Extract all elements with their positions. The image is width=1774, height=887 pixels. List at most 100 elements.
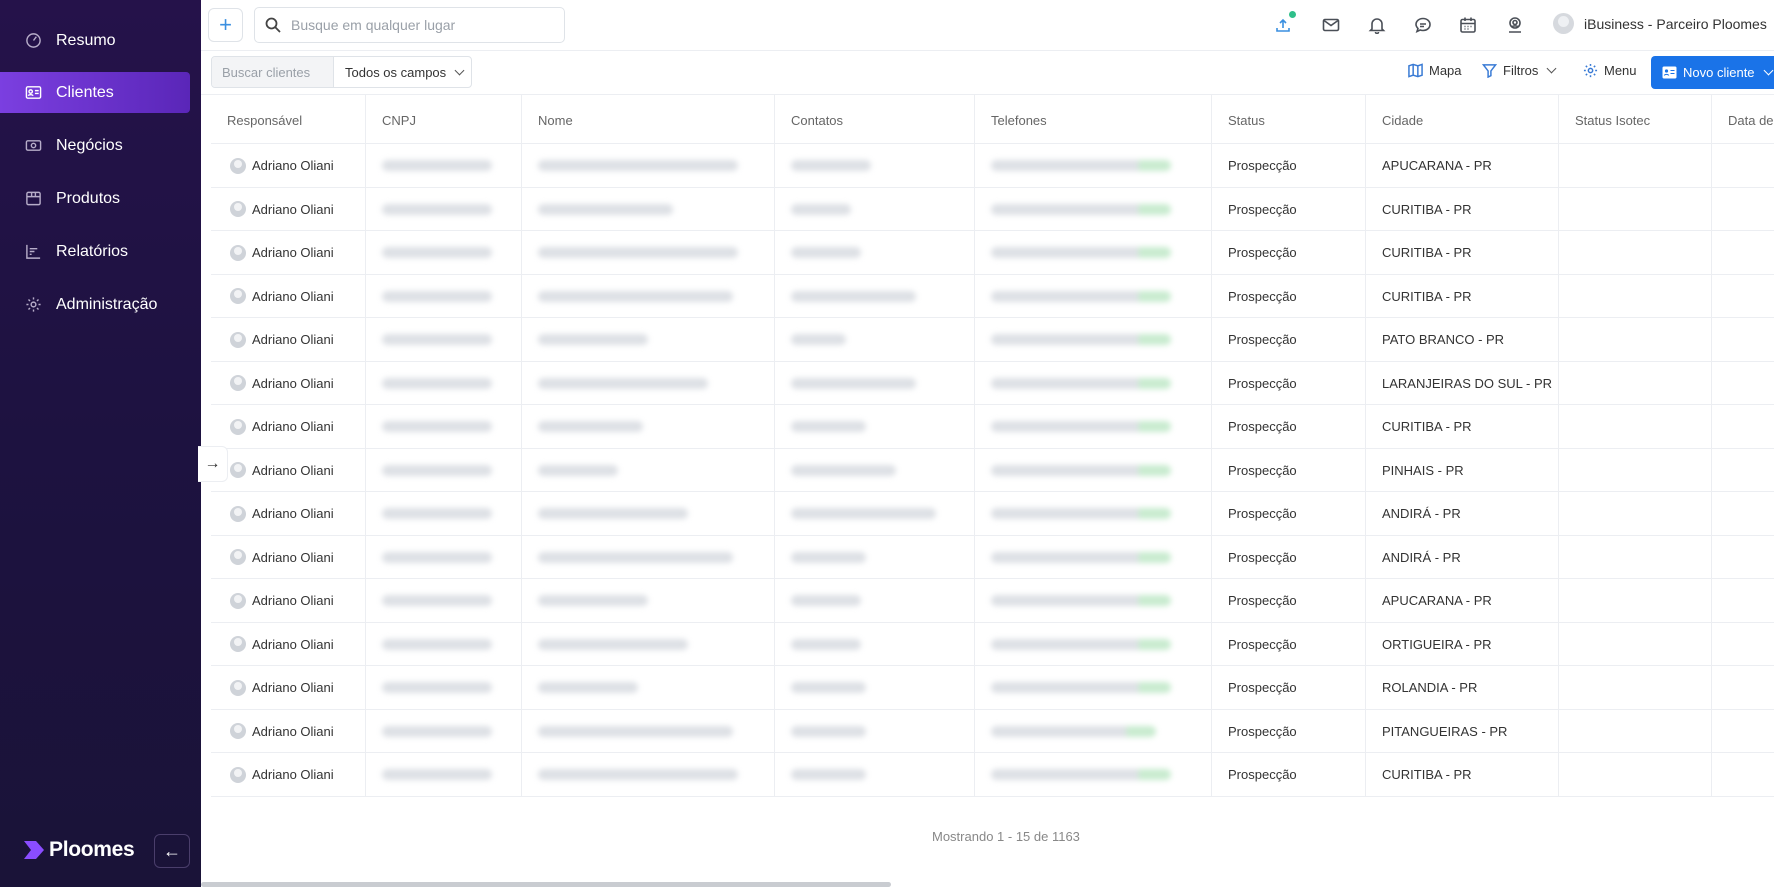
cell-nome[interactable] — [522, 318, 775, 362]
cell-nome[interactable] — [522, 579, 775, 623]
expand-panel-button[interactable]: → — [198, 446, 228, 482]
cell-telefones[interactable] — [975, 187, 1212, 231]
cell-nome[interactable] — [522, 144, 775, 188]
column-header-status-isotec[interactable]: Status Isotec — [1559, 95, 1712, 144]
field-filter-select[interactable]: Todos os campos — [334, 57, 471, 87]
column-header-telefones[interactable]: Telefones — [975, 95, 1212, 144]
cell-contatos[interactable] — [775, 622, 975, 666]
notifications-button[interactable] — [1367, 15, 1387, 35]
horizontal-scrollbar[interactable] — [201, 882, 891, 887]
table-row[interactable]: Adriano Oliani Prospecção ORTIGUEIRA - PR — [211, 622, 1774, 666]
cell-telefones[interactable] — [975, 448, 1212, 492]
cell-nome[interactable] — [522, 405, 775, 449]
table-row[interactable]: Adriano Oliani Prospecção APUCARANA - PR — [211, 144, 1774, 188]
table-row[interactable]: Adriano Oliani Prospecção CURITIBA - PR — [211, 753, 1774, 797]
upload-button[interactable] — [1273, 10, 1297, 35]
table-row[interactable]: Adriano Oliani Prospecção PITANGUEIRAS - P… — [211, 709, 1774, 753]
cell-nome[interactable] — [522, 187, 775, 231]
status-text: Prospecção — [1228, 419, 1297, 435]
cell-contatos[interactable] — [775, 709, 975, 753]
cell-contatos[interactable] — [775, 187, 975, 231]
add-button[interactable]: + — [208, 8, 243, 42]
sidebar-item-relatorios[interactable]: Relatórios — [0, 231, 190, 272]
cell-contatos[interactable] — [775, 492, 975, 536]
account-menu[interactable]: iBusiness - Parceiro Ploomes — [1553, 13, 1767, 34]
city-text: PINHAIS - PR — [1382, 462, 1464, 478]
cell-telefones[interactable] — [975, 274, 1212, 318]
cell-contatos[interactable] — [775, 535, 975, 579]
table-row[interactable]: Adriano Oliani Prospecção ANDIRÁ - PR — [211, 492, 1774, 536]
table-row[interactable]: Adriano Oliani Prospecção CURITIBA - PR — [211, 405, 1774, 449]
cell-telefones[interactable] — [975, 535, 1212, 579]
cell-nome[interactable] — [522, 361, 775, 405]
table-row[interactable]: Adriano Oliani Prospecção CURITIBA - PR — [211, 231, 1774, 275]
table-row[interactable]: Adriano Oliani Prospecção APUCARANA - PR — [211, 579, 1774, 623]
city-text: PATO BRANCO - PR — [1382, 332, 1505, 348]
cell-contatos[interactable] — [775, 753, 975, 797]
redacted-value — [991, 508, 1171, 520]
cell-telefones[interactable] — [975, 492, 1212, 536]
column-header-nome[interactable]: Nome — [522, 95, 775, 144]
cell-telefones[interactable] — [975, 579, 1212, 623]
table-row[interactable]: Adriano Oliani Prospecção CURITIBA - PR — [211, 274, 1774, 318]
global-search[interactable] — [254, 7, 565, 43]
table-row[interactable]: Adriano Oliani Prospecção ROLANDIA - PR — [211, 666, 1774, 710]
column-header-data[interactable]: Data de — [1712, 95, 1774, 144]
cell-telefones[interactable] — [975, 361, 1212, 405]
cell-contatos[interactable] — [775, 274, 975, 318]
cell-nome[interactable] — [522, 666, 775, 710]
cell-telefones[interactable] — [975, 144, 1212, 188]
cell-nome[interactable] — [522, 231, 775, 275]
cell-contatos[interactable] — [775, 144, 975, 188]
table-row[interactable]: Adriano Oliani Prospecção ANDIRÁ - PR — [211, 535, 1774, 579]
table-row[interactable]: Adriano Oliani Prospecção PATO BRANCO - PR — [211, 318, 1774, 362]
cell-nome[interactable] — [522, 448, 775, 492]
cell-telefones[interactable] — [975, 753, 1212, 797]
cell-telefones[interactable] — [975, 405, 1212, 449]
redacted-value — [382, 682, 492, 694]
sidebar-item-produtos[interactable]: Produtos — [0, 178, 190, 219]
cell-nome[interactable] — [522, 709, 775, 753]
cell-contatos[interactable] — [775, 448, 975, 492]
table-row[interactable]: Adriano Oliani Prospecção CURITIBA - PR — [211, 187, 1774, 231]
client-search-input[interactable] — [212, 57, 334, 87]
map-button[interactable]: Mapa — [1408, 63, 1462, 78]
collapse-sidebar-button[interactable]: ← — [154, 834, 190, 868]
column-header-cidade[interactable]: Cidade — [1366, 95, 1559, 144]
new-client-button[interactable]: Novo cliente — [1651, 56, 1774, 89]
cell-contatos[interactable] — [775, 666, 975, 710]
user-status-button[interactable] — [1505, 15, 1525, 35]
email-button[interactable] — [1321, 15, 1341, 35]
calendar-button[interactable] — [1458, 15, 1478, 35]
cell-contatos[interactable] — [775, 361, 975, 405]
cell-contatos[interactable] — [775, 231, 975, 275]
column-header-cnpj[interactable]: CNPJ — [366, 95, 522, 144]
cell-contatos[interactable] — [775, 579, 975, 623]
column-header-status[interactable]: Status — [1212, 95, 1366, 144]
cell-telefones[interactable] — [975, 231, 1212, 275]
cell-nome[interactable] — [522, 535, 775, 579]
menu-button[interactable]: Menu — [1583, 63, 1637, 78]
cell-telefones[interactable] — [975, 709, 1212, 753]
chat-button[interactable] — [1413, 15, 1433, 35]
global-search-input[interactable] — [291, 17, 541, 33]
cell-contatos[interactable] — [775, 318, 975, 362]
cell-nome[interactable] — [522, 753, 775, 797]
sidebar-item-administracao[interactable]: Administração — [0, 284, 190, 325]
column-header-responsavel[interactable]: Responsável — [211, 95, 366, 144]
cell-nome[interactable] — [522, 274, 775, 318]
sidebar-item-negocios[interactable]: Negócios — [0, 125, 190, 166]
cell-telefones[interactable] — [975, 666, 1212, 710]
table-row[interactable]: Adriano Oliani Prospecção LARANJEIRAS DO S… — [211, 361, 1774, 405]
cell-status: Prospecção — [1212, 492, 1366, 536]
cell-nome[interactable] — [522, 492, 775, 536]
table-row[interactable]: Adriano Oliani Prospecção PINHAIS - PR — [211, 448, 1774, 492]
column-header-contatos[interactable]: Contatos — [775, 95, 975, 144]
cell-contatos[interactable] — [775, 405, 975, 449]
sidebar-item-resumo[interactable]: Resumo — [0, 20, 190, 61]
filters-button[interactable]: Filtros — [1482, 63, 1557, 78]
cell-telefones[interactable] — [975, 318, 1212, 362]
cell-telefones[interactable] — [975, 622, 1212, 666]
cell-nome[interactable] — [522, 622, 775, 666]
sidebar-item-clientes[interactable]: Clientes — [0, 72, 190, 113]
